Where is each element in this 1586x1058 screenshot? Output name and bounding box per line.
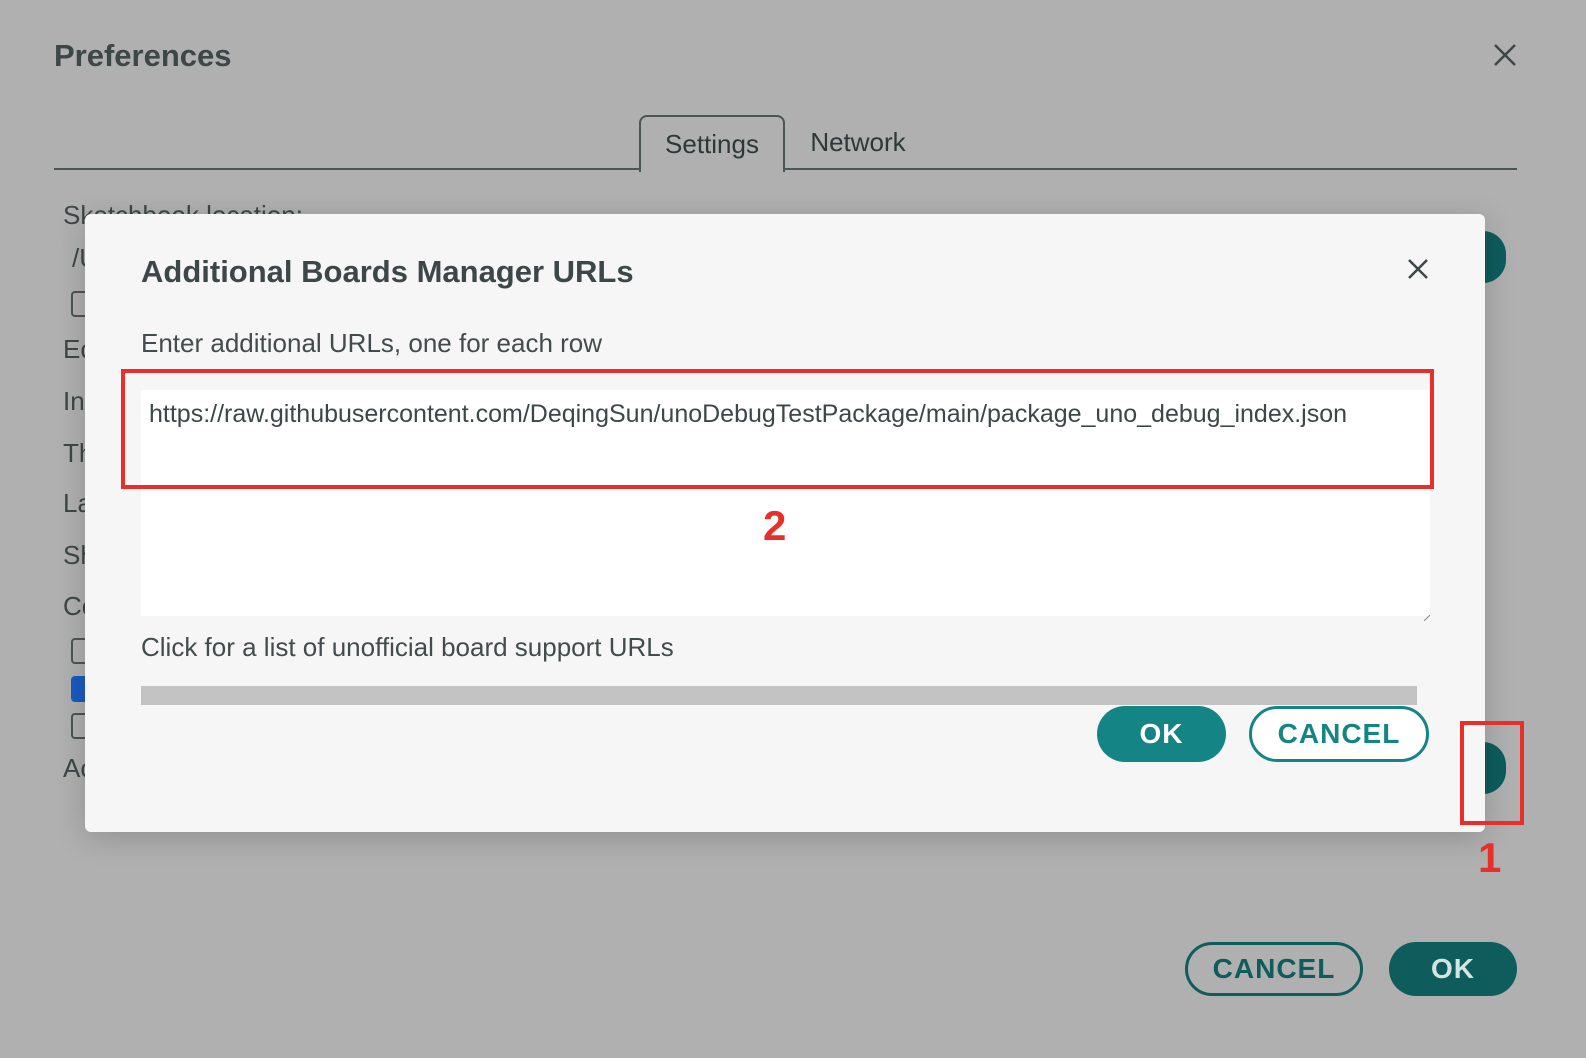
preferences-ok-button[interactable]: OK bbox=[1389, 942, 1517, 996]
annotation-number-2: 2 bbox=[763, 502, 787, 549]
dialog-ok-button[interactable]: OK bbox=[1097, 706, 1226, 762]
dialog-title: Additional Boards Manager URLs bbox=[141, 254, 634, 289]
preferences-cancel-button[interactable]: CANCEL bbox=[1185, 942, 1363, 996]
annotation-number-1: 1 bbox=[1478, 834, 1502, 881]
tab-divider bbox=[54, 168, 1517, 170]
interface-scale-label: In bbox=[63, 386, 85, 416]
dialog-instruction: Enter additional URLs, one for each row bbox=[141, 328, 603, 358]
unofficial-urls-link[interactable]: Click for a list of unofficial board sup… bbox=[141, 632, 674, 663]
tab-settings[interactable]: Settings bbox=[639, 115, 785, 172]
annotation-box-1 bbox=[1460, 721, 1524, 825]
preferences-title: Preferences bbox=[54, 38, 232, 73]
horizontal-scrollbar[interactable] bbox=[141, 686, 1417, 705]
textarea-resize-handle[interactable] bbox=[1423, 608, 1431, 622]
tab-network[interactable]: Network bbox=[792, 115, 924, 169]
dialog-cancel-button[interactable]: CANCEL bbox=[1249, 706, 1429, 762]
dialog-close-icon[interactable] bbox=[1403, 254, 1433, 284]
preferences-close-icon[interactable] bbox=[1488, 38, 1522, 72]
annotation-box-2 bbox=[121, 369, 1434, 489]
